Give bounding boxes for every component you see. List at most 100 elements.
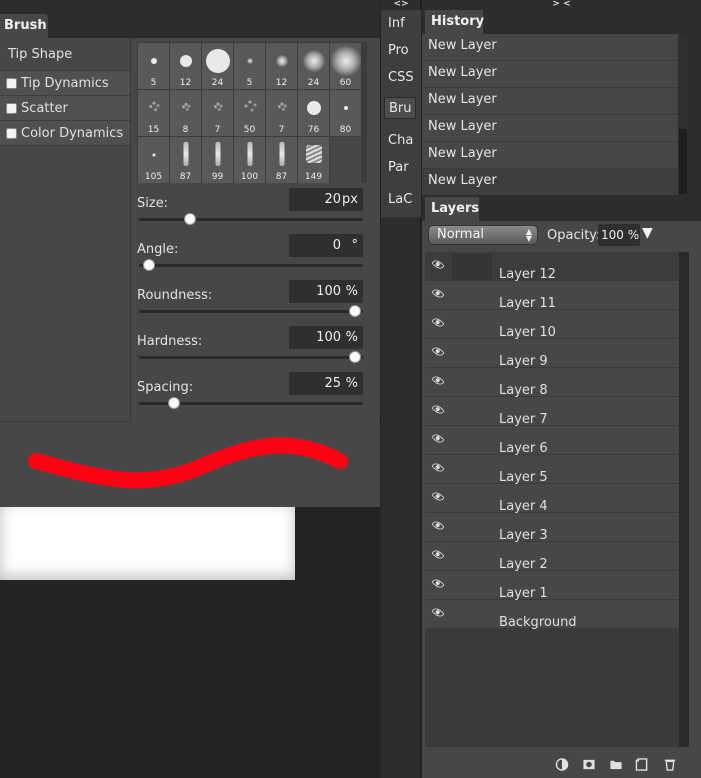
brush-preset[interactable]: 50 bbox=[234, 90, 265, 136]
param-value-input[interactable]: 100% bbox=[289, 326, 363, 349]
tip-dynamics-checkbox[interactable] bbox=[6, 77, 17, 89]
layer-list-scrollbar[interactable] bbox=[679, 252, 689, 747]
layer-row[interactable]: Layer 5 bbox=[425, 455, 679, 485]
color-dynamics-checkbox[interactable] bbox=[6, 127, 17, 139]
brush-preset[interactable]: 76 bbox=[298, 90, 329, 136]
history-scrollbar[interactable] bbox=[679, 34, 687, 194]
brush-tab-bar: Brush bbox=[0, 0, 380, 38]
panel-toggle-bru[interactable]: Bru bbox=[384, 97, 416, 119]
eye-icon[interactable] bbox=[431, 489, 445, 504]
layer-row[interactable]: Layer 9 bbox=[425, 339, 679, 369]
eye-icon[interactable] bbox=[431, 344, 445, 359]
param-value-input[interactable]: 100% bbox=[289, 280, 363, 303]
eye-icon[interactable] bbox=[431, 315, 445, 330]
brush-preset[interactable]: 149 bbox=[298, 137, 329, 183]
param-value-input[interactable]: 20 px bbox=[289, 188, 363, 211]
param-slider-track[interactable] bbox=[139, 356, 363, 359]
brush-preset[interactable]: 12 bbox=[170, 43, 201, 89]
option-color-dynamics[interactable]: Color Dynamics bbox=[0, 121, 130, 146]
brush-preset[interactable]: 87 bbox=[170, 137, 201, 183]
blend-mode-select[interactable]: Normal ▲ ▼ bbox=[428, 225, 538, 245]
tab-brush[interactable]: Brush bbox=[0, 14, 48, 38]
brush-preset[interactable]: 60 bbox=[330, 43, 361, 89]
layer-row[interactable]: Layer 12 bbox=[425, 252, 679, 282]
history-item[interactable]: New Layer bbox=[422, 169, 678, 196]
param-slider-handle[interactable] bbox=[143, 259, 155, 271]
eye-icon[interactable] bbox=[431, 460, 445, 475]
history-item[interactable]: New Layer bbox=[422, 34, 678, 61]
eye-icon[interactable] bbox=[431, 547, 445, 562]
param-slider-track[interactable] bbox=[139, 310, 363, 313]
layer-row[interactable]: Layer 1 bbox=[425, 571, 679, 601]
layer-row[interactable]: Layer 8 bbox=[425, 368, 679, 398]
layer-row[interactable]: Layer 6 bbox=[425, 426, 679, 456]
brush-preset[interactable]: 99 bbox=[202, 137, 233, 183]
brush-preset[interactable]: 8 bbox=[170, 90, 201, 136]
param-value-input[interactable]: 0 ° bbox=[289, 234, 363, 257]
option-tip-dynamics[interactable]: Tip Dynamics bbox=[0, 71, 130, 96]
brush-preset[interactable]: 7 bbox=[266, 90, 297, 136]
param-slider-track[interactable] bbox=[139, 264, 363, 267]
eye-icon[interactable] bbox=[431, 518, 445, 533]
layer-row[interactable]: Background bbox=[425, 600, 679, 630]
brush-preset-size: 24 bbox=[307, 78, 320, 88]
history-item[interactable]: New Layer bbox=[422, 115, 678, 142]
brush-preset[interactable]: 105 bbox=[138, 137, 169, 183]
scatter-checkbox[interactable] bbox=[6, 102, 17, 114]
brush-preset[interactable]: 100 bbox=[234, 137, 265, 183]
tab-history[interactable]: History bbox=[425, 10, 484, 34]
eye-icon[interactable] bbox=[431, 576, 445, 591]
panel-toggle-par[interactable]: Par bbox=[384, 157, 416, 179]
adjustment-layer-icon[interactable] bbox=[555, 758, 569, 771]
brush-preset[interactable]: 15 bbox=[138, 90, 169, 136]
option-scatter[interactable]: Scatter bbox=[0, 96, 130, 121]
layer-row[interactable]: Layer 11 bbox=[425, 281, 679, 311]
param-slider-track[interactable] bbox=[139, 218, 363, 221]
layer-row[interactable]: Layer 2 bbox=[425, 542, 679, 572]
panel-toggle-pro[interactable]: Pro bbox=[384, 40, 416, 62]
layer-mask-icon[interactable] bbox=[582, 758, 596, 771]
panel-toggle-css[interactable]: CSS bbox=[384, 67, 416, 89]
right-panel-collapse-button[interactable]: > < bbox=[422, 0, 701, 10]
tab-layers[interactable]: Layers bbox=[425, 197, 479, 221]
eye-icon[interactable] bbox=[431, 257, 445, 272]
history-scrollbar-thumb[interactable] bbox=[679, 34, 687, 129]
tip-shape-item[interactable]: Tip Shape bbox=[0, 38, 130, 71]
brush-preset[interactable]: 80 bbox=[330, 90, 361, 136]
brush-preset[interactable]: 87 bbox=[266, 137, 297, 183]
brush-preset[interactable]: 24 bbox=[298, 43, 329, 89]
opacity-dropdown-icon[interactable]: ▼ bbox=[642, 225, 653, 241]
eye-icon[interactable] bbox=[431, 431, 445, 446]
panel-toggle-inf[interactable]: Inf bbox=[384, 13, 416, 35]
param-slider-handle[interactable] bbox=[184, 213, 197, 225]
eye-icon[interactable] bbox=[431, 373, 445, 388]
brush-preset[interactable]: 12 bbox=[266, 43, 297, 89]
param-slider-handle[interactable] bbox=[349, 351, 361, 363]
brush-preset-size: 8 bbox=[182, 125, 189, 135]
param-value-input[interactable]: 25% bbox=[289, 372, 363, 395]
eye-icon[interactable] bbox=[431, 286, 445, 301]
folder-icon[interactable] bbox=[609, 758, 623, 771]
param-slider-handle[interactable] bbox=[167, 397, 180, 409]
brush-preset[interactable]: 5 bbox=[234, 43, 265, 89]
layer-row[interactable]: Layer 7 bbox=[425, 397, 679, 427]
history-item[interactable]: New Layer bbox=[422, 142, 678, 169]
history-item[interactable]: New Layer bbox=[422, 61, 678, 88]
layer-row[interactable]: Layer 3 bbox=[425, 513, 679, 543]
trash-icon[interactable] bbox=[663, 758, 677, 771]
param-slider-handle[interactable] bbox=[349, 305, 361, 317]
eye-icon[interactable] bbox=[431, 605, 445, 620]
history-item[interactable]: New Layer bbox=[422, 88, 678, 115]
brush-preset[interactable]: 7 bbox=[202, 90, 233, 136]
new-layer-icon[interactable] bbox=[635, 758, 649, 771]
toolbar-collapse-button[interactable]: <> bbox=[381, 0, 421, 10]
layer-row[interactable]: Layer 4 bbox=[425, 484, 679, 514]
panel-toggle-lac[interactable]: LaC bbox=[384, 189, 416, 211]
brush-preset[interactable]: 5 bbox=[138, 43, 169, 89]
layer-row[interactable]: Layer 10 bbox=[425, 310, 679, 340]
brush-preset[interactable]: 24 bbox=[202, 43, 233, 89]
document-canvas[interactable] bbox=[0, 507, 295, 580]
panel-toggle-cha[interactable]: Cha bbox=[384, 130, 416, 152]
eye-icon[interactable] bbox=[431, 402, 445, 417]
opacity-input[interactable]: 100 % bbox=[598, 224, 640, 246]
